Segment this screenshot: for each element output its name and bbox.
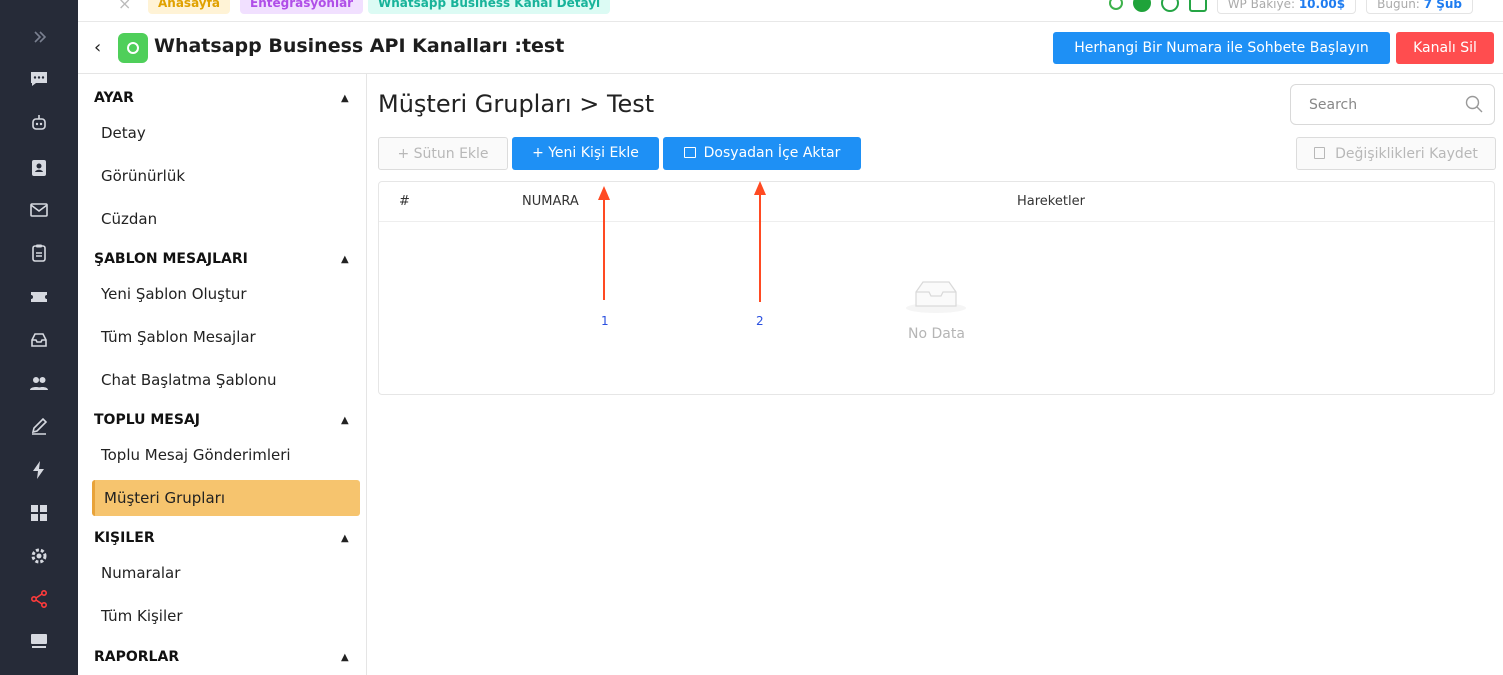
column-header-actions: Hareketler <box>1017 194 1085 209</box>
nav-item-detay[interactable]: Detay <box>101 124 146 142</box>
nav-item-yeni-sablon[interactable]: Yeni Şablon Oluştur <box>101 285 247 303</box>
nav-item-tum-sablon[interactable]: Tüm Şablon Mesajlar <box>101 328 256 346</box>
icon-rail <box>0 0 78 675</box>
nav-section-raporlar[interactable]: RAPORLAR <box>94 649 179 665</box>
top-strip: × Anasayfa Entegrasyonlar Whatsapp Busin… <box>78 0 1503 22</box>
import-icon <box>683 147 696 158</box>
balance-label: WP Bakiye: <box>1227 0 1295 11</box>
collapse-caret-icon[interactable]: ▲ <box>341 652 349 663</box>
lightning-icon[interactable] <box>26 457 52 483</box>
date-value: 7 Şub <box>1423 0 1462 11</box>
annotation-arrow-1 <box>603 198 605 300</box>
nav-item-toplu-gonderim[interactable]: Toplu Mesaj Gönderimleri <box>101 446 291 464</box>
new-contact-button[interactable]: + Yeni Kişi Ekle <box>512 137 659 170</box>
monitor-icon[interactable] <box>26 628 52 654</box>
expand-icon[interactable] <box>26 24 52 50</box>
mail-icon[interactable] <box>26 197 52 223</box>
nav-section-kisiler[interactable]: KIŞILER <box>94 530 155 546</box>
close-icon[interactable]: × <box>118 0 131 13</box>
nav-section-toplu-mesaj[interactable]: TOPLU MESAJ <box>94 412 200 428</box>
empty-state-text: No Data <box>908 326 965 342</box>
import-label: Dosyadan İçe Aktar <box>703 145 841 161</box>
crumb-integrations[interactable]: Entegrasyonlar <box>240 0 364 14</box>
search-icon[interactable] <box>1464 94 1484 114</box>
contacts-icon[interactable] <box>26 155 52 181</box>
start-chat-button[interactable]: Herhangi Bir Numara ile Sohbete Başlayın <box>1053 32 1390 64</box>
back-icon[interactable]: ‹ <box>94 37 101 58</box>
page-header: ‹ Whatsapp Business API Kanalları :test … <box>78 22 1503 74</box>
crumb-channel-detail[interactable]: Whatsapp Business Kanal Detayı <box>368 0 611 14</box>
nav-section-sablon[interactable]: ŞABLON MESAJLARI <box>94 251 248 267</box>
collapse-caret-icon[interactable]: ▲ <box>341 254 349 265</box>
pen-icon[interactable] <box>26 413 52 439</box>
page-title: Whatsapp Business API Kanalları :test <box>154 35 565 57</box>
whatsapp-logo-icon <box>118 33 148 63</box>
status-icon[interactable] <box>1132 0 1151 12</box>
inbox-icon[interactable] <box>26 327 52 353</box>
integrations-icon[interactable] <box>26 586 52 612</box>
contacts-table: # NUMARA Hareketler No Data <box>378 181 1495 395</box>
import-file-button[interactable]: Dosyadan İçe Aktar <box>663 137 861 170</box>
save-icon <box>1314 147 1326 159</box>
clipboard-icon[interactable] <box>26 240 52 266</box>
collapse-caret-icon[interactable]: ▲ <box>341 415 349 426</box>
table-header: # NUMARA Hareketler <box>379 182 1494 222</box>
phone-icon[interactable] <box>1188 0 1207 12</box>
nav-item-numaralar[interactable]: Numaralar <box>101 564 180 582</box>
signal-icon[interactable] <box>1108 0 1123 10</box>
empty-inbox-icon <box>906 281 966 313</box>
nav-item-tum-kisiler[interactable]: Tüm Kişiler <box>101 607 183 625</box>
content-title: Müşteri Grupları > Test <box>378 90 655 118</box>
annotation-arrow-2 <box>759 193 761 302</box>
search-input[interactable]: Search <box>1290 84 1495 125</box>
nav-item-gorunurluk[interactable]: Görünürlük <box>101 167 185 185</box>
crumb-home[interactable]: Anasayfa <box>148 0 230 14</box>
chat-icon[interactable] <box>26 66 52 92</box>
users-icon[interactable] <box>26 370 52 396</box>
nav-section-ayar[interactable]: AYAR <box>94 90 134 106</box>
nav-item-musteri-gruplari[interactable]: Müşteri Grupları <box>92 480 360 516</box>
collapse-caret-icon[interactable]: ▲ <box>341 533 349 544</box>
annotation-label-1: 1 <box>601 314 609 328</box>
whatsapp-icon[interactable] <box>1160 0 1179 12</box>
collapse-caret-icon[interactable]: ▲ <box>341 93 349 104</box>
column-header-number: NUMARA <box>522 194 579 209</box>
dashboard-icon[interactable] <box>26 500 52 526</box>
save-changes-button[interactable]: Değişiklikleri Kaydet <box>1296 137 1496 170</box>
save-label: Değişiklikleri Kaydet <box>1335 146 1478 162</box>
add-column-button[interactable]: + Sütun Ekle <box>378 137 508 170</box>
bot-icon[interactable] <box>26 110 52 136</box>
balance-badge: WP Bakiye: 10.00$ <box>1216 0 1357 14</box>
annotation-label-2: 2 <box>756 314 764 328</box>
channel-sidebar: AYAR ▲ Detay Görünürlük Cüzdan ŞABLON ME… <box>78 74 367 675</box>
delete-channel-button[interactable]: Kanalı Sil <box>1396 32 1494 64</box>
nav-item-cuzdan[interactable]: Cüzdan <box>101 210 157 228</box>
top-status: WP Bakiye: 10.00$ Bugün: 7 Şub <box>1108 0 1473 14</box>
balance-value: 10.00$ <box>1298 0 1346 11</box>
column-header-index: # <box>399 194 410 209</box>
settings-icon[interactable] <box>26 543 52 569</box>
nav-item-chat-baslatma[interactable]: Chat Başlatma Şablonu <box>101 371 277 389</box>
date-label: Bugün: <box>1377 0 1420 11</box>
date-badge: Bugün: 7 Şub <box>1366 0 1473 14</box>
search-placeholder: Search <box>1309 97 1358 113</box>
ticket-icon[interactable] <box>26 284 52 310</box>
